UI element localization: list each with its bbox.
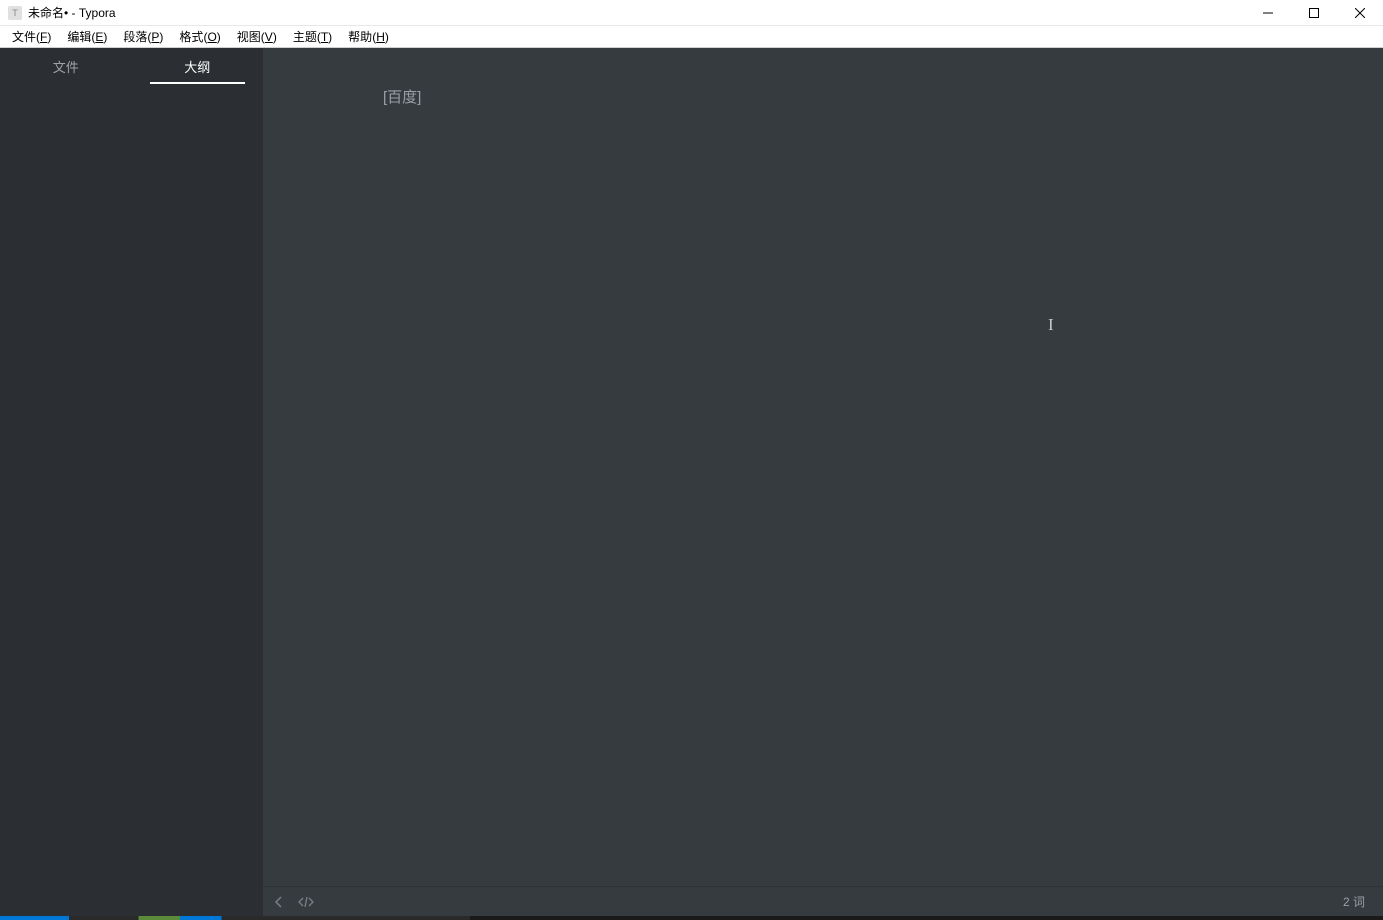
- menu-hotkey: T: [321, 30, 328, 44]
- menu-label: 文件: [12, 30, 36, 44]
- menu-label: 帮助: [348, 30, 372, 44]
- menu-hotkey: P: [151, 30, 159, 44]
- text-cursor-icon: I: [1048, 316, 1049, 333]
- sidebar-tab-label: 文件: [53, 57, 79, 76]
- minimize-button[interactable]: [1245, 0, 1291, 25]
- main-content: 文件 大纲 [百度] I: [0, 48, 1383, 916]
- titlebar-left: T 未命名• - Typora: [8, 4, 116, 21]
- sidebar-tab-files[interactable]: 文件: [0, 48, 132, 84]
- sidebar-tab-outline[interactable]: 大纲: [132, 48, 264, 84]
- titlebar: T 未命名• - Typora: [0, 0, 1383, 26]
- back-button[interactable]: [273, 896, 285, 908]
- menu-hotkey: O: [207, 30, 216, 44]
- menu-hotkey: F: [40, 30, 47, 44]
- menu-hotkey: E: [95, 30, 103, 44]
- statusbar: 2 词: [263, 886, 1383, 916]
- code-icon: [297, 896, 315, 908]
- editor-content[interactable]: [百度] I: [263, 48, 1383, 886]
- menu-paragraph[interactable]: 段落(P): [115, 26, 171, 47]
- menu-file[interactable]: 文件(F): [4, 26, 59, 47]
- source-code-toggle[interactable]: [297, 896, 315, 908]
- menu-label: 编辑: [67, 30, 91, 44]
- chevron-left-icon: [273, 896, 285, 908]
- menubar: 文件(F) 编辑(E) 段落(P) 格式(O) 视图(V) 主题(T) 帮助(H…: [0, 26, 1383, 48]
- statusbar-left: [273, 896, 315, 908]
- menu-theme[interactable]: 主题(T): [285, 26, 340, 47]
- menu-hotkey: V: [265, 30, 273, 44]
- sidebar-tabs: 文件 大纲: [0, 48, 263, 84]
- app-icon-letter: T: [12, 8, 18, 18]
- minimize-icon: [1263, 8, 1273, 18]
- app-icon: T: [8, 6, 22, 20]
- menu-help[interactable]: 帮助(H): [340, 26, 397, 47]
- sidebar: 文件 大纲: [0, 48, 263, 916]
- word-count[interactable]: 2 词: [1343, 893, 1365, 910]
- menu-label: 段落: [123, 30, 147, 44]
- menu-view[interactable]: 视图(V): [229, 26, 285, 47]
- menu-label: 主题: [293, 30, 317, 44]
- taskbar-sliver: [0, 916, 1383, 920]
- window-controls: [1245, 0, 1383, 25]
- sidebar-body: [0, 84, 263, 916]
- menu-label: 格式: [179, 30, 203, 44]
- menu-hotkey: H: [376, 30, 385, 44]
- sidebar-tab-label: 大纲: [184, 57, 210, 76]
- menu-label: 视图: [237, 30, 261, 44]
- editor: [百度] I 2 词: [263, 48, 1383, 916]
- close-icon: [1355, 8, 1365, 18]
- menu-format[interactable]: 格式(O): [171, 26, 228, 47]
- menu-edit[interactable]: 编辑(E): [59, 26, 115, 47]
- maximize-icon: [1309, 8, 1319, 18]
- close-button[interactable]: [1337, 0, 1383, 25]
- window-title: 未命名• - Typora: [28, 4, 116, 21]
- maximize-button[interactable]: [1291, 0, 1337, 25]
- editor-text: [百度]: [383, 89, 421, 106]
